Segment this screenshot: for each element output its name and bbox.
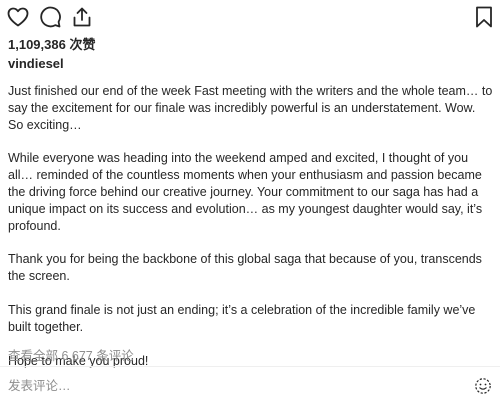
caption-paragraph: While everyone was heading into the week… bbox=[8, 151, 483, 233]
comment-input[interactable] bbox=[8, 376, 448, 396]
caption-paragraph: Thank you for being the backbone of this… bbox=[8, 252, 482, 284]
comment-bubble-icon[interactable] bbox=[38, 5, 62, 29]
share-icon[interactable] bbox=[70, 5, 94, 29]
post-author-username[interactable]: vindiesel bbox=[8, 56, 64, 71]
view-all-comments-link[interactable]: 查看全部 6,677 条评论 bbox=[8, 345, 134, 364]
emoji-smile-icon[interactable] bbox=[474, 377, 492, 395]
caption-paragraph: Just finished our end of the week Fast m… bbox=[8, 84, 493, 132]
bookmark-icon[interactable] bbox=[472, 5, 496, 29]
post-caption: Just finished our end of the week Fast m… bbox=[8, 83, 494, 369]
comment-divider bbox=[0, 366, 500, 367]
post-action-bar bbox=[6, 5, 496, 29]
caption-paragraph: This grand finale is not just an ending;… bbox=[8, 302, 476, 334]
like-count[interactable]: 1,109,386 次赞 bbox=[8, 34, 95, 53]
heart-icon[interactable] bbox=[6, 5, 30, 29]
